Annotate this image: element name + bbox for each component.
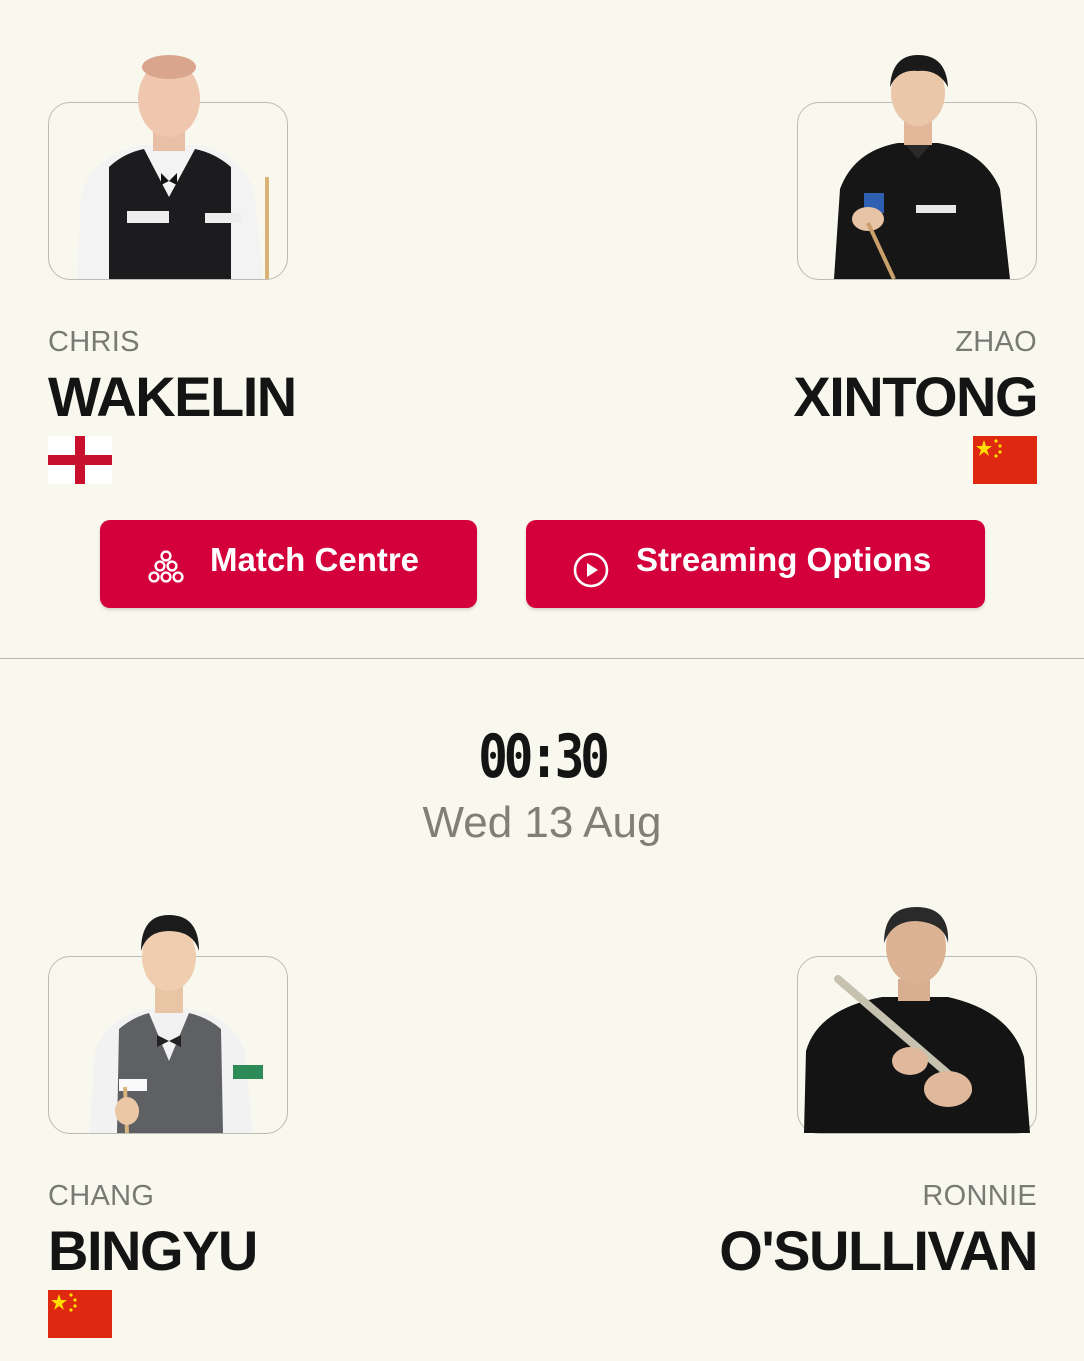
player-photo	[834, 55, 1010, 279]
player-first-name: CHANG	[48, 1180, 155, 1212]
player-first-name: RONNIE	[922, 1180, 1037, 1212]
streaming-options-button[interactable]: Streaming Options	[526, 520, 985, 608]
play-circle-icon	[573, 552, 609, 588]
china-flag-icon	[48, 1290, 112, 1338]
player-photo-frame	[797, 907, 1037, 1134]
player-first-name: ZHAO	[955, 326, 1037, 358]
player-last-name: O'SULLIVAN	[719, 1219, 1038, 1282]
china-flag-icon	[973, 436, 1037, 484]
player-last-name: WAKELIN	[48, 365, 297, 428]
player-photo	[89, 915, 263, 1133]
player-last-name: BINGYU	[48, 1219, 258, 1282]
player-last-name: XINTONG	[793, 365, 1038, 428]
match-centre-label: Match Centre	[210, 541, 420, 578]
player-first-name: CHRIS	[48, 326, 140, 358]
match-divider	[0, 658, 1084, 659]
player-photo-frame	[797, 55, 1037, 280]
player-photo-frame	[48, 915, 288, 1134]
england-flag-icon	[48, 436, 112, 484]
player-photo-frame	[48, 55, 288, 280]
match-date: Wed 13 Aug	[422, 798, 662, 847]
player-photo	[77, 55, 269, 279]
match-centre-button[interactable]: Match Centre	[100, 520, 477, 608]
match-time: 00:30	[478, 722, 610, 792]
streaming-options-label: Streaming Options	[636, 541, 932, 578]
snooker-triangle-icon	[148, 550, 184, 583]
player-photo	[804, 907, 1030, 1133]
